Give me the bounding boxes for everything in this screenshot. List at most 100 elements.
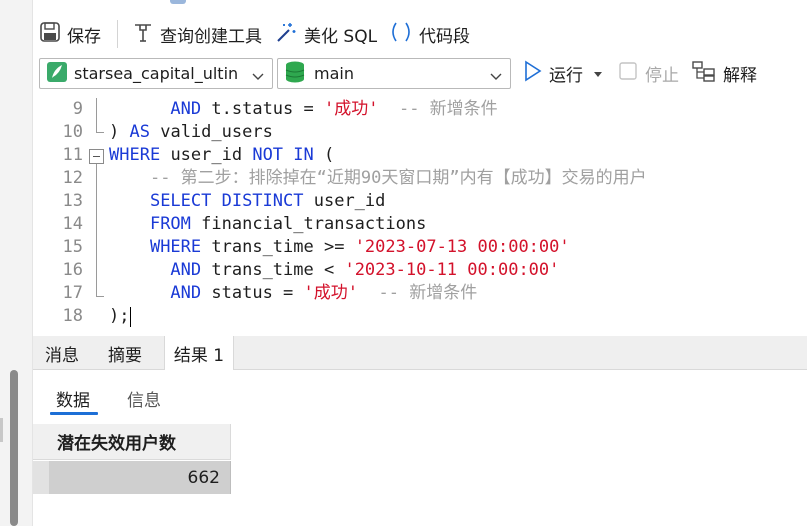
code-snippet-label: 代码段 xyxy=(419,26,471,47)
left-panel-notch xyxy=(0,418,3,442)
code-token: '2023-10-11 00:00:00' xyxy=(344,260,560,280)
code-token: '成功' xyxy=(323,99,379,119)
connection-toolbar: starsea_capital_ultin main 运行 停止 解释 xyxy=(33,58,807,90)
code-token: WHERE xyxy=(109,145,161,165)
code-token: AND xyxy=(170,99,202,119)
code-line: 17 AND status = '成功' -- 新增条件 xyxy=(33,282,807,305)
result-cell[interactable]: 662 xyxy=(49,461,231,494)
explain-button[interactable]: 解释 xyxy=(691,58,757,89)
run-button[interactable]: 运行 xyxy=(523,58,603,89)
code-line: 10) AS valid_users xyxy=(33,121,807,144)
code-text: WHERE user_id NOT IN ( xyxy=(109,144,334,167)
code-token: user_id xyxy=(170,145,253,165)
line-number: 17 xyxy=(62,283,83,303)
line-number: 9 xyxy=(72,99,83,119)
code-text: ) AS valid_users xyxy=(109,121,273,144)
result-subtabs: 数据 信息 xyxy=(33,370,807,418)
main-toolbar: 保存 查询创建工具 美化 SQL 代码段 xyxy=(33,14,807,54)
code-text: WHERE trans_time >= '2023-07-13 00:00:00… xyxy=(109,236,570,259)
toolbar-divider xyxy=(117,20,118,48)
result-grid: 潜在失效用户数 662 xyxy=(33,418,807,526)
line-number: 18 xyxy=(62,306,83,326)
code-token: valid_users xyxy=(160,122,273,142)
code-line: 11 WHERE user_id NOT IN ( xyxy=(33,144,807,167)
stop-label: 停止 xyxy=(645,66,679,86)
code-line: 14 FROM financial_transactions xyxy=(33,213,807,236)
run-dropdown-icon[interactable] xyxy=(593,64,603,84)
code-token: NOT IN xyxy=(252,145,314,165)
code-token: FROM xyxy=(149,214,191,234)
left-panel-scrollbar[interactable] xyxy=(10,370,18,526)
code-line: 18); xyxy=(33,305,807,328)
code-token: t.status = xyxy=(211,99,324,119)
text-cursor xyxy=(130,307,132,327)
line-number: 16 xyxy=(62,260,83,280)
code-token: -- 新增条件 xyxy=(378,283,478,303)
magic-wand-icon xyxy=(274,21,298,48)
code-line: 13 SELECT DISTINCT user_id xyxy=(33,190,807,213)
beautify-sql-button[interactable]: 美化 SQL xyxy=(268,18,383,50)
code-text: AND status = '成功' -- 新增条件 xyxy=(109,282,477,305)
beautify-sql-label: 美化 SQL xyxy=(304,26,378,47)
parentheses-icon xyxy=(389,21,413,48)
code-token: user_id xyxy=(313,191,386,211)
stop-checkbox-icon xyxy=(619,62,637,85)
line-number: 15 xyxy=(62,237,83,257)
chevron-down-icon xyxy=(252,67,264,86)
tab-data[interactable]: 数据 xyxy=(56,386,90,411)
grid-corner xyxy=(33,424,49,460)
code-token: financial_transactions xyxy=(201,214,427,234)
code-token: trans_time < xyxy=(211,260,345,280)
code-token: WHERE xyxy=(149,237,202,257)
tab-info[interactable]: 信息 xyxy=(127,386,161,411)
save-label: 保存 xyxy=(67,26,101,47)
code-line: 15 WHERE trans_time >= '2023-07-13 00:00… xyxy=(33,236,807,259)
code-token: SELECT DISTINCT xyxy=(149,191,304,211)
code-token: AND xyxy=(170,260,202,280)
explain-label: 解释 xyxy=(723,66,757,86)
line-number: 14 xyxy=(62,214,83,234)
database-select[interactable]: starsea_capital_ultin xyxy=(39,58,273,89)
code-token: trans_time >= xyxy=(211,237,355,257)
code-line: 12 -- 第二步：排除掉在“近期90天窗口期”内有【成功】交易的用户 xyxy=(33,167,807,190)
editor-tab-indicator xyxy=(170,0,186,4)
code-snippet-button[interactable]: 代码段 xyxy=(383,18,476,50)
code-text: FROM financial_transactions xyxy=(109,213,426,236)
floppy-disk-icon xyxy=(39,21,61,48)
tab-summary[interactable]: 摘要 xyxy=(97,336,153,370)
database-name: starsea_capital_ultin xyxy=(74,64,239,83)
query-builder-button[interactable]: 查询创建工具 xyxy=(126,18,268,50)
save-button[interactable]: 保存 xyxy=(33,18,107,50)
tab-messages[interactable]: 消息 xyxy=(33,336,91,370)
schema-name: main xyxy=(314,64,354,83)
code-token: AS xyxy=(129,122,150,142)
code-line: 16 AND trans_time < '2023-10-11 00:00:00… xyxy=(33,259,807,282)
code-token: -- 第二步：排除掉在“近期90天窗口期”内有【成功】交易的用户 xyxy=(149,168,647,188)
code-token: ); xyxy=(109,306,130,326)
line-number: 11 xyxy=(62,145,83,165)
query-builder-icon xyxy=(132,21,154,48)
stop-button[interactable]: 停止 xyxy=(619,58,679,89)
code-text: AND t.status = '成功' -- 新增条件 xyxy=(109,98,498,121)
code-token: ( xyxy=(313,145,335,165)
code-token: '2023-07-13 00:00:00' xyxy=(354,237,570,257)
run-label: 运行 xyxy=(549,66,583,86)
line-number: 10 xyxy=(62,122,83,142)
code-token: ) xyxy=(109,122,130,142)
tab-result-1[interactable]: 结果 1 xyxy=(164,336,234,371)
code-text: AND trans_time < '2023-10-11 00:00:00' xyxy=(109,259,559,282)
line-number: 12 xyxy=(62,168,83,188)
play-icon xyxy=(523,60,543,87)
sql-editor[interactable]: 9 AND t.status = '成功' -- 新增条件 10) AS vali… xyxy=(33,98,807,332)
line-number: 13 xyxy=(62,191,83,211)
code-token: '成功' xyxy=(303,283,358,303)
result-tabs-bar: 消息 摘要 结果 1 xyxy=(33,336,807,371)
column-header[interactable]: 潜在失效用户数 xyxy=(49,424,231,460)
code-token: -- 新增条件 xyxy=(398,99,498,119)
schema-select[interactable]: main xyxy=(277,58,511,89)
row-selector[interactable] xyxy=(33,461,49,494)
code-token: status = xyxy=(211,283,304,303)
code-line: 9 AND t.status = '成功' -- 新增条件 xyxy=(33,98,807,121)
